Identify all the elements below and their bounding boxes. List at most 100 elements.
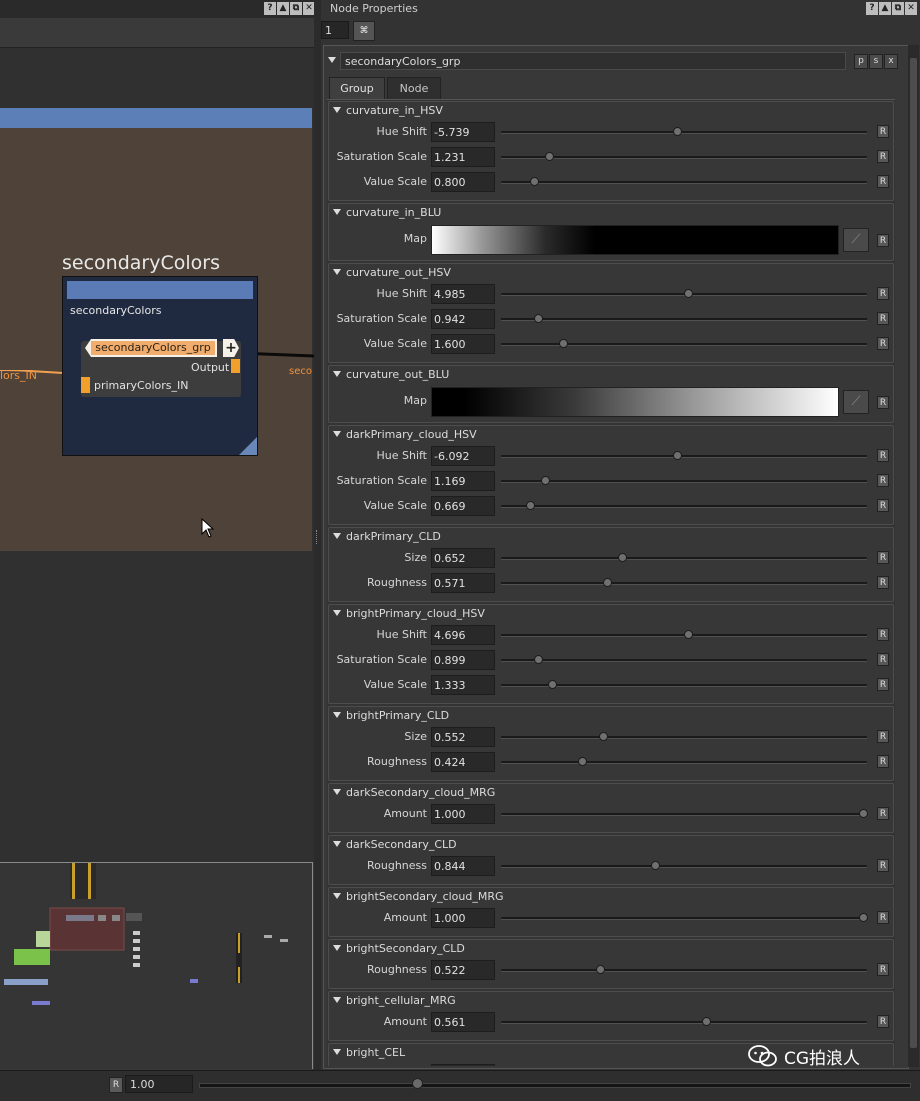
- panel-pin-button[interactable]: p: [854, 54, 868, 69]
- reset-button[interactable]: R: [877, 678, 889, 691]
- reset-button[interactable]: R: [877, 287, 889, 300]
- color-ramp[interactable]: [431, 387, 839, 417]
- param-value-field[interactable]: 0.107: [431, 1064, 495, 1066]
- collapse-arrow-icon[interactable]: [333, 610, 341, 616]
- param-value-field[interactable]: 0.424: [431, 752, 495, 772]
- param-slider-thumb[interactable]: [683, 630, 693, 639]
- clear-panels-button[interactable]: ⌘: [353, 21, 375, 41]
- param-slider-track[interactable]: [501, 761, 867, 764]
- graph-minimap[interactable]: [0, 862, 313, 1069]
- curve-editor-icon[interactable]: ⟋: [843, 390, 869, 414]
- color-ramp[interactable]: [431, 225, 839, 255]
- param-slider-track[interactable]: [501, 582, 867, 585]
- reset-button[interactable]: R: [877, 911, 889, 924]
- section-title[interactable]: brightPrimary_cloud_HSV: [333, 607, 485, 620]
- reset-button[interactable]: R: [877, 312, 889, 325]
- param-value-field[interactable]: 0.522: [431, 960, 495, 980]
- param-slider-thumb[interactable]: [526, 501, 536, 510]
- panel-s-button[interactable]: s: [869, 54, 883, 69]
- section-title[interactable]: curvature_in_HSV: [333, 104, 443, 117]
- section-title[interactable]: brightSecondary_CLD: [333, 942, 465, 955]
- float-icon[interactable]: ⧉: [290, 2, 302, 15]
- param-value-field[interactable]: 1.600: [431, 334, 495, 354]
- param-value-field[interactable]: -6.092: [431, 446, 495, 466]
- reset-button[interactable]: R: [877, 859, 889, 872]
- curve-editor-icon[interactable]: ⟋: [843, 228, 869, 252]
- collapse-arrow-icon[interactable]: [333, 1049, 341, 1055]
- output-port[interactable]: [231, 359, 240, 373]
- param-slider-thumb[interactable]: [599, 732, 609, 741]
- reset-button[interactable]: R: [877, 337, 889, 350]
- reset-button[interactable]: R: [877, 234, 889, 247]
- param-value-field[interactable]: 0.571: [431, 573, 495, 593]
- backdrop-header[interactable]: [0, 108, 312, 128]
- param-slider-thumb[interactable]: [683, 289, 693, 298]
- splitter-grip[interactable]: [316, 530, 319, 544]
- param-slider-track[interactable]: [501, 181, 867, 184]
- maximize-icon[interactable]: ▲: [277, 2, 289, 15]
- section-title[interactable]: curvature_in_BLU: [333, 206, 441, 219]
- param-slider-thumb[interactable]: [859, 913, 869, 922]
- help-icon[interactable]: ?: [264, 2, 276, 15]
- param-slider-track[interactable]: [501, 343, 867, 346]
- param-slider-thumb[interactable]: [548, 680, 558, 689]
- param-slider-thumb[interactable]: [577, 757, 587, 766]
- reset-button[interactable]: R: [877, 551, 889, 564]
- reset-button[interactable]: R: [877, 807, 889, 820]
- collapse-arrow-icon[interactable]: [333, 789, 341, 795]
- param-slider-thumb[interactable]: [617, 553, 627, 562]
- input-port[interactable]: [81, 377, 90, 393]
- collapse-arrow-icon[interactable]: [333, 893, 341, 899]
- close-icon[interactable]: ✕: [905, 2, 917, 15]
- tab-node[interactable]: Node: [387, 77, 441, 99]
- param-slider-thumb[interactable]: [559, 339, 569, 348]
- panel-close-button[interactable]: x: [884, 54, 898, 69]
- param-slider-thumb[interactable]: [533, 655, 543, 664]
- collapse-arrow-icon[interactable]: [333, 841, 341, 847]
- param-slider-track[interactable]: [501, 969, 867, 972]
- section-title[interactable]: brightPrimary_CLD: [333, 709, 449, 722]
- reset-button[interactable]: R: [877, 449, 889, 462]
- param-slider-track[interactable]: [501, 813, 867, 816]
- param-value-field[interactable]: 0.942: [431, 309, 495, 329]
- param-slider-thumb[interactable]: [672, 451, 682, 460]
- collapse-arrow-icon[interactable]: [333, 712, 341, 718]
- collapse-arrow-icon[interactable]: [333, 269, 341, 275]
- value-field[interactable]: 1.00: [125, 1075, 193, 1093]
- param-slider-thumb[interactable]: [540, 476, 550, 485]
- reset-button[interactable]: R: [877, 150, 889, 163]
- reset-button[interactable]: R: [877, 175, 889, 188]
- param-slider-thumb[interactable]: [672, 127, 682, 136]
- param-value-field[interactable]: -5.739: [431, 122, 495, 142]
- param-slider-track[interactable]: [501, 505, 867, 508]
- param-value-field[interactable]: 0.669: [431, 496, 495, 516]
- bottom-slider-track[interactable]: [199, 1083, 911, 1088]
- param-value-field[interactable]: 0.652: [431, 548, 495, 568]
- param-slider-track[interactable]: [501, 1021, 867, 1024]
- param-slider-thumb[interactable]: [701, 1017, 711, 1026]
- param-value-field[interactable]: 0.552: [431, 727, 495, 747]
- param-value-field[interactable]: 0.844: [431, 856, 495, 876]
- param-slider-track[interactable]: [501, 455, 867, 458]
- help-icon[interactable]: ?: [866, 2, 878, 15]
- param-value-field[interactable]: 1.000: [431, 908, 495, 928]
- section-title[interactable]: darkPrimary_CLD: [333, 530, 441, 543]
- reset-button[interactable]: R: [877, 1015, 889, 1028]
- param-slider-thumb[interactable]: [859, 809, 869, 818]
- param-slider-track[interactable]: [501, 318, 867, 321]
- collapse-arrow-icon[interactable]: [333, 945, 341, 951]
- node-name-field[interactable]: secondaryColors_grp: [340, 52, 846, 70]
- float-icon[interactable]: ⧉: [892, 2, 904, 15]
- bottom-slider-thumb[interactable]: [412, 1078, 423, 1089]
- collapse-arrow-icon[interactable]: [333, 209, 341, 215]
- tab-group[interactable]: Group: [329, 77, 385, 99]
- param-slider-thumb[interactable]: [529, 177, 539, 186]
- reset-button[interactable]: R: [877, 628, 889, 641]
- backdrop-node[interactable]: lors_IN seco secondaryColors secondaryCo…: [0, 108, 314, 551]
- param-value-field[interactable]: 0.800: [431, 172, 495, 192]
- group-tag[interactable]: secondaryColors_grp: [91, 341, 215, 355]
- group-node[interactable]: secondaryColors secondaryColors_grp + Ou…: [62, 276, 258, 456]
- param-slider-thumb[interactable]: [650, 861, 660, 870]
- param-value-field[interactable]: 1.333: [431, 675, 495, 695]
- reset-button[interactable]: R: [877, 653, 889, 666]
